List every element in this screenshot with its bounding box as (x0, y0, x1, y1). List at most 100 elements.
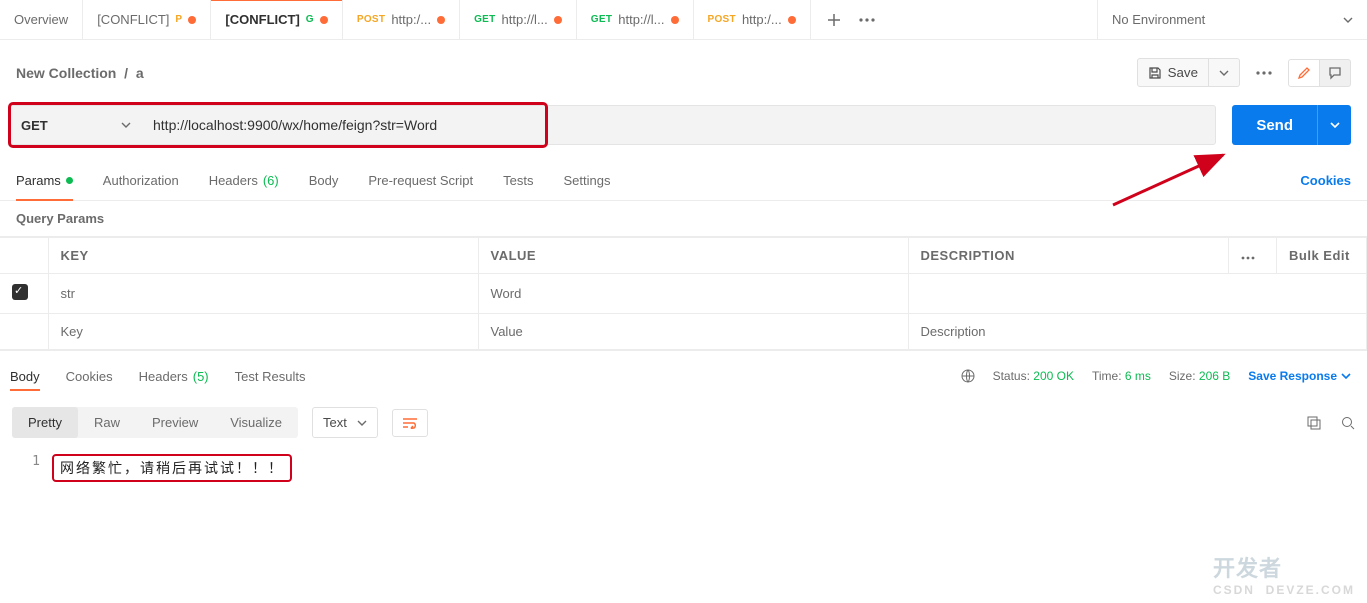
format-select[interactable]: Text (312, 407, 378, 438)
method-value: GET (21, 118, 48, 133)
copy-icon[interactable] (1307, 416, 1321, 430)
watermark: 开发者 CSDN DEVZE.COM (1213, 551, 1355, 597)
cell-key-placeholder[interactable]: Key (48, 314, 478, 350)
tab-label: Headers (139, 369, 188, 384)
send-dropdown[interactable] (1317, 105, 1351, 145)
method-badge: G (306, 14, 314, 25)
save-dropdown[interactable] (1209, 58, 1240, 87)
tab-request-2[interactable]: POST http:/... (343, 0, 460, 39)
time-value: 6 ms (1125, 369, 1151, 383)
tab-body[interactable]: Body (309, 161, 339, 200)
cell-value[interactable]: Word (478, 274, 908, 314)
unsaved-dot-icon (788, 16, 796, 24)
environment-select[interactable]: No Environment (1097, 0, 1367, 39)
search-icon[interactable] (1341, 416, 1355, 430)
globe-icon[interactable] (961, 369, 975, 383)
col-key: KEY (48, 238, 478, 274)
row-checkbox[interactable] (12, 284, 28, 300)
edit-button[interactable] (1288, 59, 1320, 87)
col-value: VALUE (478, 238, 908, 274)
new-tab-icon[interactable] (827, 13, 841, 27)
tab-tests[interactable]: Tests (503, 161, 533, 200)
col-desc: DESCRIPTION (908, 238, 1229, 274)
tab-label: http://l... (502, 12, 548, 27)
tab-request-0[interactable]: [CONFLICT] P (83, 0, 211, 39)
tab-label: http:/... (742, 12, 782, 27)
tab-params[interactable]: Params (16, 161, 73, 200)
send-button[interactable]: Send (1232, 105, 1317, 145)
cell-key[interactable]: str (48, 274, 478, 314)
tab-authorization[interactable]: Authorization (103, 161, 179, 200)
viewtab-pretty[interactable]: Pretty (12, 407, 78, 438)
wrap-lines-button[interactable] (392, 409, 428, 437)
viewtab-visualize[interactable]: Visualize (214, 407, 298, 438)
save-button[interactable]: Save (1137, 58, 1209, 87)
chevron-down-icon (1343, 17, 1353, 23)
response-body: 1 网络繁忙，请稍后再试试！！！ (0, 454, 1367, 502)
tab-label: Test Results (235, 369, 306, 384)
environment-label: No Environment (1112, 12, 1205, 27)
comment-button[interactable] (1320, 59, 1351, 87)
tab-label: Headers (209, 173, 258, 188)
tab-request-1[interactable]: [CONFLICT] G (211, 0, 342, 39)
tab-settings[interactable]: Settings (563, 161, 610, 200)
more-actions-icon[interactable] (1250, 65, 1278, 81)
status-block: Status: 200 OK (993, 369, 1074, 383)
cell-desc[interactable] (908, 274, 1367, 314)
viewtab-preview[interactable]: Preview (136, 407, 214, 438)
headers-count: (5) (193, 369, 209, 384)
unsaved-dot-icon (554, 16, 562, 24)
time-block: Time: 6 ms (1092, 369, 1151, 383)
status-dot-icon (66, 177, 73, 184)
tab-label: Authorization (103, 173, 179, 188)
tab-label: [CONFLICT] (97, 12, 169, 27)
query-params-title: Query Params (0, 201, 1367, 236)
unsaved-dot-icon (437, 16, 445, 24)
save-icon (1148, 66, 1162, 80)
tab-overview[interactable]: Overview (0, 0, 83, 39)
cell-value-placeholder[interactable]: Value (478, 314, 908, 350)
tab-label: [CONFLICT] (225, 12, 299, 27)
restab-headers[interactable]: Headers (5) (139, 361, 209, 391)
viewtab-raw[interactable]: Raw (78, 407, 136, 438)
tab-prerequest[interactable]: Pre-request Script (368, 161, 473, 200)
save-response-link[interactable]: Save Response (1248, 369, 1351, 383)
method-select[interactable]: GET (11, 107, 141, 143)
method-badge: POST (357, 14, 385, 25)
table-row: str Word (0, 274, 1367, 314)
restab-tests[interactable]: Test Results (235, 361, 306, 391)
cell-desc-placeholder[interactable]: Description (908, 314, 1367, 350)
tab-request-5[interactable]: POST http:/... (694, 0, 811, 39)
save-label: Save (1168, 65, 1198, 80)
more-cols-icon[interactable] (1241, 256, 1255, 260)
send-group: Send (1232, 105, 1351, 145)
cookies-link[interactable]: Cookies (1300, 173, 1351, 188)
breadcrumb-sep: / (124, 65, 128, 81)
method-badge: GET (474, 14, 495, 25)
restab-cookies[interactable]: Cookies (66, 361, 113, 391)
params-table: KEY VALUE DESCRIPTION Bulk Edit str Word… (0, 236, 1367, 351)
tab-label: http:/... (391, 12, 431, 27)
breadcrumb[interactable]: New Collection / a (16, 65, 144, 81)
url-bar: GET (10, 105, 1216, 145)
url-input[interactable] (141, 107, 1215, 143)
more-tabs-icon[interactable] (859, 18, 875, 22)
top-tab-bar: Overview [CONFLICT] P [CONFLICT] G POST … (0, 0, 1367, 40)
tab-headers[interactable]: Headers (6) (209, 161, 279, 200)
tab-request-4[interactable]: GET http://l... (577, 0, 694, 39)
method-badge: P (175, 14, 182, 25)
highlight-annotation: 网络繁忙，请稍后再试试！！！ (52, 454, 292, 482)
unsaved-dot-icon (671, 16, 679, 24)
tab-label: http://l... (618, 12, 664, 27)
response-tabs: Body Cookies Headers (5) Test Results St… (0, 351, 1367, 391)
unsaved-dot-icon (320, 16, 328, 24)
table-header-row: KEY VALUE DESCRIPTION Bulk Edit (0, 238, 1367, 274)
tab-label: Pre-request Script (368, 173, 473, 188)
size-block: Size: 206 B (1169, 369, 1230, 383)
bulk-edit-link[interactable]: Bulk Edit (1289, 248, 1350, 263)
restab-body[interactable]: Body (10, 361, 40, 391)
tab-label: Params (16, 173, 61, 188)
save-response-label: Save Response (1248, 369, 1337, 383)
size-value: 206 B (1199, 369, 1230, 383)
tab-request-3[interactable]: GET http://l... (460, 0, 577, 39)
